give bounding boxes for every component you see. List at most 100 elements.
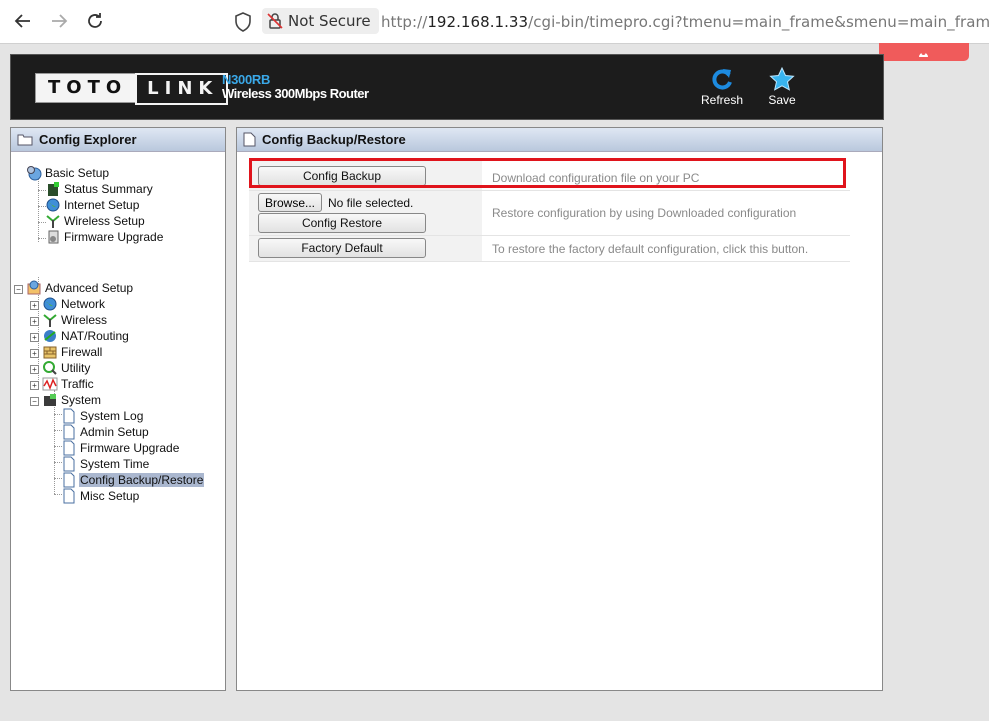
logo-toto: TOTO	[35, 73, 136, 103]
wireless-icon	[43, 314, 57, 327]
tree-wireless-label: Wireless	[61, 313, 108, 327]
tree-firmware-upgrade-label: Firmware Upgrade	[64, 230, 164, 244]
tree-advanced-setup[interactable]: Advanced Setup	[26, 280, 134, 296]
page-icon	[63, 488, 75, 504]
system-collapse-toggle[interactable]: −	[30, 397, 39, 406]
tree-system-time[interactable]: System Time	[61, 456, 150, 472]
arrow-left-icon	[14, 14, 30, 28]
tree-wireless-setup[interactable]: Wireless Setup	[45, 213, 146, 229]
restore-description: Restore configuration by using Downloade…	[492, 206, 797, 220]
page-title: Config Backup/Restore	[262, 132, 406, 147]
tree-misc-setup[interactable]: Misc Setup	[61, 488, 140, 504]
tree-wireless[interactable]: Wireless	[42, 312, 108, 328]
shield-icon[interactable]	[234, 12, 252, 32]
back-button[interactable]	[8, 6, 38, 36]
page-icon	[63, 472, 75, 488]
url-path: /cgi-bin/timepro.cgi?tmenu=main_frame&sm…	[528, 13, 989, 31]
tree-network-label: Network	[61, 297, 106, 311]
firewall-expand-toggle[interactable]: +	[30, 349, 39, 358]
tree-wireless-setup-label: Wireless Setup	[64, 214, 145, 228]
system-icon	[44, 394, 56, 406]
star-icon	[769, 67, 795, 91]
advanced-setup-icon	[27, 280, 41, 295]
tree-utility-label: Utility	[61, 361, 91, 375]
tree-utility[interactable]: Utility	[42, 360, 91, 376]
tree-internet-setup-label: Internet Setup	[64, 198, 140, 212]
security-indicator[interactable]: Not Secure	[262, 8, 379, 34]
refresh-label: Refresh	[700, 93, 744, 107]
wireless-expand-toggle[interactable]: +	[30, 317, 39, 326]
save-button[interactable]: Save	[752, 67, 812, 107]
tree-firmware-upgrade[interactable]: Firmware Upgrade	[45, 229, 164, 245]
tree-misc-setup-label: Misc Setup	[80, 489, 140, 503]
browser-toolbar: Not Secure http://192.168.1.33/cgi-bin/t…	[0, 0, 989, 44]
save-label: Save	[768, 93, 796, 107]
folder-icon	[17, 134, 33, 146]
browse-file-button[interactable]: Browse...	[258, 193, 322, 212]
page-icon	[63, 424, 75, 440]
content-header: Config Backup/Restore	[237, 128, 882, 152]
url-prefix: http://	[381, 13, 428, 31]
tree-system-label: System	[61, 393, 102, 407]
tree-system[interactable]: System	[42, 392, 102, 408]
firewall-icon	[43, 346, 57, 359]
tree-nat-routing[interactable]: NAT/Routing	[42, 328, 130, 344]
tree-config-backup-restore[interactable]: Config Backup/Restore	[61, 472, 205, 488]
url-host: 192.168.1.33	[427, 13, 529, 31]
refresh-icon	[712, 69, 732, 90]
page-icon	[63, 440, 75, 456]
tree-firewall[interactable]: Firewall	[42, 344, 103, 360]
extension-icon	[919, 51, 928, 57]
page-icon	[63, 408, 75, 424]
page-icon	[243, 132, 256, 147]
insecure-lock-icon	[267, 13, 283, 29]
tree-admin-setup-label: Admin Setup	[80, 425, 149, 439]
config-explorer-panel: Config Explorer Basic Setup Status Summa…	[10, 127, 226, 691]
router-header: TOTO LINK N300RB Wireless 300Mbps Router…	[10, 54, 884, 120]
globe-gear-icon	[27, 166, 42, 181]
arrow-right-icon	[52, 14, 68, 28]
reload-icon	[88, 13, 102, 28]
tree-system-firmware-upgrade[interactable]: Firmware Upgrade	[61, 440, 180, 456]
tree-network[interactable]: Network	[42, 296, 106, 312]
tree-basic-setup-label: Basic Setup	[45, 166, 110, 180]
network-expand-toggle[interactable]: +	[30, 301, 39, 310]
tree-system-log[interactable]: System Log	[61, 408, 144, 424]
network-globe-icon	[43, 297, 57, 311]
nat-routing-expand-toggle[interactable]: +	[30, 333, 39, 342]
globe-icon	[46, 198, 60, 212]
tree-system-time-label: System Time	[80, 457, 150, 471]
traffic-expand-toggle[interactable]: +	[30, 381, 39, 390]
tree-status-summary-label: Status Summary	[64, 182, 153, 196]
status-monitor-icon	[48, 182, 59, 196]
file-status-text: No file selected.	[328, 196, 414, 210]
config-restore-row: Browse... No file selected. Config Resto…	[249, 191, 850, 236]
content-panel: Config Backup/Restore Config Backup Down…	[236, 127, 883, 691]
tree-admin-setup[interactable]: Admin Setup	[61, 424, 150, 440]
tree-basic-setup[interactable]: Basic Setup	[26, 165, 110, 181]
tree-internet-setup[interactable]: Internet Setup	[45, 197, 140, 213]
tree-traffic-label: Traffic	[61, 377, 94, 391]
refresh-button[interactable]: Refresh	[692, 67, 752, 107]
tree-status-summary[interactable]: Status Summary	[45, 181, 154, 197]
address-bar[interactable]: Not Secure http://192.168.1.33/cgi-bin/t…	[228, 5, 989, 38]
tree-system-log-label: System Log	[80, 409, 144, 423]
model-name: N300RB	[222, 72, 271, 87]
firmware-icon	[48, 230, 59, 244]
tree-advanced-setup-label: Advanced Setup	[45, 281, 134, 295]
url-text[interactable]: http://192.168.1.33/cgi-bin/timepro.cgi?…	[381, 13, 989, 31]
factory-description: To restore the factory default configura…	[492, 242, 809, 256]
utility-expand-toggle[interactable]: +	[30, 365, 39, 374]
traffic-chart-icon	[42, 377, 58, 391]
config-explorer-header: Config Explorer	[11, 128, 225, 152]
logo-link: LINK	[135, 73, 229, 105]
tree-config-backup-restore-label: Config Backup/Restore	[79, 473, 205, 487]
tree-traffic[interactable]: Traffic	[42, 376, 95, 392]
utility-icon	[43, 361, 57, 375]
extension-popup-tab[interactable]	[879, 43, 969, 61]
forward-button[interactable]	[44, 6, 74, 36]
advanced-setup-collapse-toggle[interactable]: −	[14, 285, 23, 294]
config-restore-button[interactable]: Config Restore	[258, 213, 426, 233]
factory-default-button[interactable]: Factory Default	[258, 238, 426, 258]
reload-button[interactable]	[80, 6, 110, 36]
